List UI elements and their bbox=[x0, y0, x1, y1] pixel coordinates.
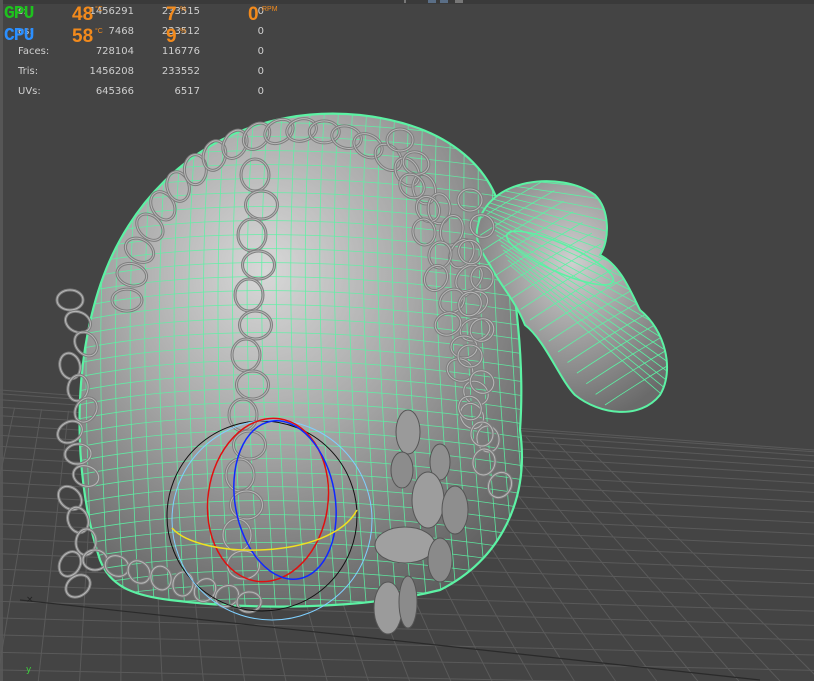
axis-indicator-icon: y bbox=[26, 665, 31, 675]
cpu-temperature: 58 bbox=[72, 26, 94, 47]
chain-ring bbox=[58, 351, 82, 381]
hud-value: 233552 bbox=[161, 66, 200, 77]
grid-line bbox=[0, 409, 43, 666]
cpu-load: 9 bbox=[166, 26, 177, 47]
hud-value: 645366 bbox=[95, 86, 134, 97]
hud-value: 6517 bbox=[174, 86, 200, 97]
wire-line bbox=[42, 90, 60, 640]
gpu-load: 7 bbox=[166, 4, 177, 25]
hud-value: 1456208 bbox=[89, 66, 134, 77]
grid-line bbox=[0, 407, 16, 478]
hud-value: 0 bbox=[257, 66, 264, 77]
axis-y-label: y bbox=[26, 665, 32, 675]
cpu-temperature-unit: °C bbox=[95, 28, 103, 35]
grid-line bbox=[37, 410, 69, 681]
grid-line bbox=[0, 634, 814, 656]
gpu-load-unit: % bbox=[180, 6, 187, 13]
gpu-temperature: 48 bbox=[72, 4, 94, 25]
hud-value: 0 bbox=[257, 86, 264, 97]
hud-label: UVs: bbox=[18, 86, 41, 97]
gpu-temperature-unit: °C bbox=[95, 6, 103, 13]
wire-line bbox=[520, 113, 522, 607]
chain-ring-highlight bbox=[56, 289, 84, 311]
hud-value: 0 bbox=[257, 26, 264, 37]
hud-label: Faces: bbox=[18, 46, 50, 57]
hud-value: 0 bbox=[257, 46, 264, 57]
cpu-label: CPU bbox=[4, 26, 34, 46]
poly-count-hud: s: 1456291 233515 0 es: 7468 233512 0 Fa… bbox=[0, 0, 300, 110]
gpu-fan-speed: 0 bbox=[248, 4, 259, 25]
grid-line bbox=[0, 651, 814, 671]
3d-viewport[interactable]: × s: 1456291 233515 0 es: 7468 233512 0 … bbox=[0, 0, 814, 681]
gpu-label: GPU bbox=[4, 4, 34, 24]
cpu-load-unit: % bbox=[180, 28, 187, 35]
origin-marker-icon: × bbox=[26, 595, 34, 605]
gpu-fan-unit: RPM bbox=[262, 6, 278, 13]
hud-label: Tris: bbox=[18, 66, 39, 77]
